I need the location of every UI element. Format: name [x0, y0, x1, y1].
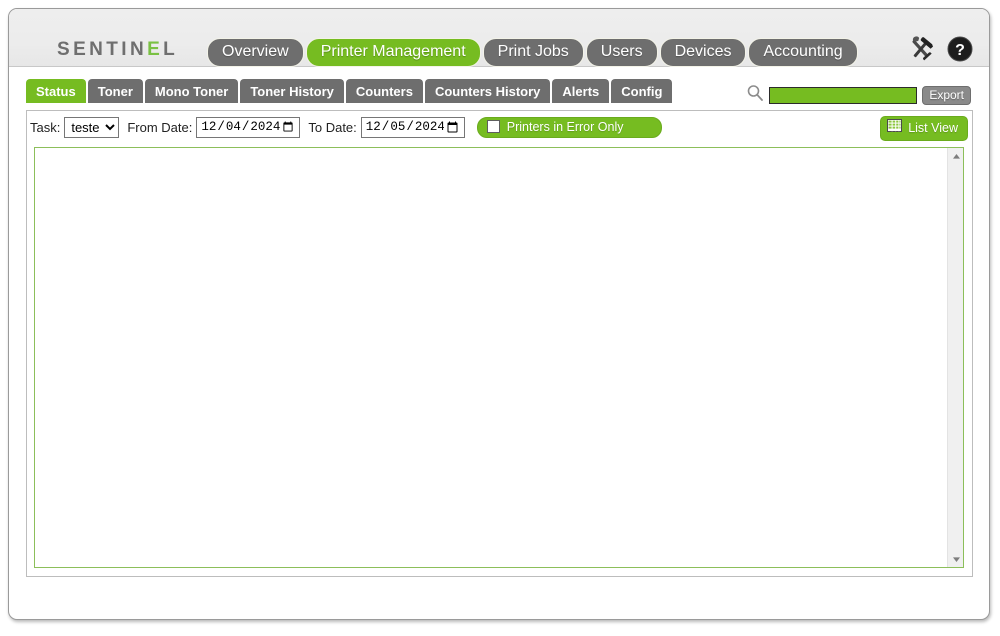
application-window: SENTINEL Overview Printer Management Pri… — [8, 8, 990, 620]
subtab-status[interactable]: Status — [26, 79, 86, 103]
scroll-down-arrow-icon[interactable] — [948, 551, 964, 567]
vertical-scrollbar[interactable] — [947, 148, 963, 567]
brand-logo-suffix: L — [163, 39, 179, 60]
data-empty-body — [35, 148, 947, 567]
from-date-input[interactable] — [196, 116, 301, 138]
task-label: Task: — [30, 119, 61, 135]
brand-logo-accent: E — [147, 39, 164, 60]
printers-in-error-only-checkbox[interactable] — [486, 120, 500, 133]
tools-icon[interactable] — [907, 36, 935, 67]
to-date-input[interactable] — [360, 116, 465, 138]
brand-logo-prefix: SENTIN — [57, 39, 148, 60]
nav-tab-users[interactable]: Users — [585, 38, 658, 67]
brand-logo: SENTINEL — [57, 39, 178, 61]
header-bar: SENTINEL Overview Printer Management Pri… — [9, 9, 989, 67]
nav-tab-printer-management[interactable]: Printer Management — [305, 38, 481, 67]
search-input[interactable] — [769, 87, 918, 104]
task-select[interactable]: teste — [64, 116, 120, 138]
content-panel: Task: teste From Date: To Date: Printers… — [26, 110, 973, 577]
subtab-counters[interactable]: Counters — [345, 79, 423, 103]
nav-tab-accounting[interactable]: Accounting — [748, 38, 858, 67]
nav-tab-overview[interactable]: Overview — [207, 38, 304, 67]
export-button[interactable]: Export — [922, 86, 971, 105]
list-view-label: List View — [908, 121, 958, 135]
printer-status-data-area — [34, 147, 964, 568]
nav-tab-devices[interactable]: Devices — [659, 38, 747, 67]
subtab-toner[interactable]: Toner — [87, 79, 143, 103]
scroll-up-arrow-icon[interactable] — [948, 148, 964, 164]
filter-toolbar: Task: teste From Date: To Date: Printers… — [30, 115, 969, 139]
subtab-alerts[interactable]: Alerts — [552, 79, 610, 103]
subtab-config[interactable]: Config — [611, 79, 673, 103]
search-icon[interactable] — [746, 84, 764, 107]
subtab-toner-history[interactable]: Toner History — [240, 79, 344, 103]
nav-tab-print-jobs[interactable]: Print Jobs — [482, 38, 584, 67]
printers-in-error-only-label: Printers in Error Only — [506, 119, 624, 134]
printers-in-error-only-toggle[interactable]: Printers in Error Only — [476, 116, 662, 138]
header-icon-group: ? — [907, 36, 973, 67]
grid-icon — [887, 119, 903, 137]
subtab-mono-toner[interactable]: Mono Toner — [144, 79, 239, 103]
to-date-label: To Date: — [308, 119, 357, 135]
main-navigation: Overview Printer Management Print Jobs U… — [207, 38, 858, 67]
svg-text:?: ? — [955, 42, 965, 59]
from-date-label: From Date: — [127, 119, 193, 135]
subtab-counters-history[interactable]: Counters History — [424, 79, 551, 103]
help-icon[interactable]: ? — [947, 36, 973, 67]
sub-tab-bar: Status Toner Mono Toner Toner History Co… — [26, 79, 673, 103]
search-cluster: Export — [746, 84, 971, 107]
list-view-button[interactable]: List View — [880, 116, 968, 141]
